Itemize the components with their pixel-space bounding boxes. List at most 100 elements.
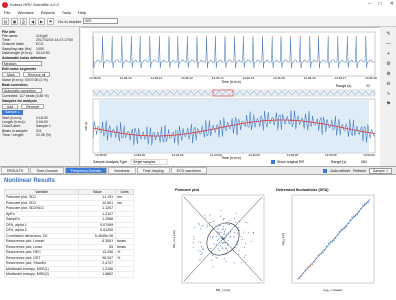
x-tick-label: 14:44:00	[210, 153, 222, 157]
minus-icon[interactable]: —	[386, 41, 391, 47]
goto-marker-input[interactable]: 600	[83, 18, 118, 24]
dfa-point	[301, 276, 302, 277]
poincare-point	[241, 262, 242, 263]
poincare-point	[247, 222, 248, 223]
app-logo-icon	[2, 2, 8, 8]
poincare-point	[223, 226, 224, 227]
poincare-point	[220, 210, 221, 211]
minimize-button[interactable]: –	[368, 0, 371, 9]
settings-icon[interactable]: ⚙	[386, 61, 390, 67]
x-tick-label: 14:36:17	[334, 76, 346, 80]
menu-file[interactable]: File	[4, 9, 10, 16]
plus-icon[interactable]: +	[387, 51, 390, 57]
poincare-point	[216, 244, 217, 245]
x-tick-label: 14:36:10	[120, 76, 132, 80]
rr-y-label: RR (s)	[84, 122, 88, 131]
sample-type-label: Sample Analysis Type	[93, 160, 127, 164]
poincare-point	[198, 223, 199, 224]
sample-select[interactable]: Sample 1	[369, 168, 392, 174]
tab-ecg-waveform[interactable]: ECG waveform	[171, 167, 207, 174]
results-tabbar: RESULTS Time-Domain Frequency-Domain Non…	[0, 166, 396, 175]
remove-sample-button[interactable]: Remove	[21, 104, 44, 109]
poincare-point	[234, 236, 235, 237]
mid-range-value[interactable]: 384	[361, 160, 367, 164]
mark-noise-button[interactable]: Mark	[2, 72, 20, 77]
r-peak-marker	[159, 36, 160, 37]
poincare-point	[225, 248, 226, 249]
menu-reports[interactable]: Reports	[41, 9, 55, 16]
save-icon[interactable]: ▣	[11, 18, 18, 25]
poincare-point	[202, 248, 203, 249]
poincare-point	[229, 220, 230, 221]
poincare-point	[239, 230, 240, 231]
poincare-point	[238, 227, 239, 228]
poincare-point	[226, 236, 227, 237]
beat-correction-info: Corrected: 117 beats (0.80 %)	[2, 94, 77, 98]
poincare-point	[209, 222, 210, 223]
show-original-checkbox[interactable]	[271, 160, 275, 164]
nonlinear-results-table: Variable Value Units Poincare plot, SD1 1…	[4, 189, 134, 278]
trend-icon[interactable]: ∿	[386, 91, 390, 97]
remove-all-button[interactable]: Remove all	[23, 72, 51, 77]
x-tick-label: 14:36:09	[89, 76, 101, 80]
poincare-point	[219, 226, 220, 227]
sample-type-value[interactable]: Single samples	[133, 160, 156, 164]
tab-time-domain[interactable]: Time-Domain	[30, 167, 63, 174]
x-tick-label: 14:36:11	[151, 76, 163, 80]
sample-1-region[interactable]	[99, 99, 369, 153]
flag-icon[interactable]: ⚑	[386, 101, 390, 107]
samples-header: Samples for analysis	[2, 99, 77, 103]
poincare-point	[220, 216, 221, 217]
poincare-point	[237, 233, 238, 234]
tab-time-varying[interactable]: Time-Varying	[137, 167, 170, 174]
menu-tools[interactable]: Tools	[62, 9, 71, 16]
tab-frequency-domain[interactable]: Frequency-Domain	[65, 167, 108, 174]
marker-icon[interactable]: ⚑	[47, 18, 54, 25]
poincare-point	[222, 248, 223, 249]
dfa-point	[351, 217, 352, 218]
signal-charts-svg[interactable]: Time (h:m:s) 14:36:09 14:36:10 14:36:11 14:…	[81, 28, 380, 167]
poincare-point	[193, 242, 194, 243]
auto-refresh-checkbox[interactable]	[323, 169, 327, 173]
rr-plot[interactable]: RR (s) 14:38:00 14:40:00 14:42:00 14:44:00 1…	[84, 99, 375, 160]
beat-correction-select[interactable]: Automatic correction	[2, 88, 42, 93]
print-icon[interactable]: ⎙	[20, 18, 27, 25]
zoom-out-icon[interactable]: ⊖	[386, 81, 390, 87]
edit-icon[interactable]: ✎	[386, 31, 390, 37]
poincare-point	[220, 245, 221, 246]
poincare-point	[213, 221, 214, 222]
open-file-icon[interactable]: ▤	[2, 18, 9, 25]
tab-nonlinear[interactable]: Nonlinear	[108, 167, 135, 174]
dfa-point	[306, 267, 307, 268]
sample-1-item[interactable]: Sample 1	[2, 110, 23, 115]
menu-help[interactable]: Help	[78, 9, 86, 16]
poincare-point	[224, 243, 225, 244]
x-tick-label: 14:36:14	[242, 76, 254, 80]
poincare-plot[interactable]: RR_n (ms) RR_n+1 (ms)	[170, 193, 268, 297]
refresh-button[interactable]: Refresh	[353, 169, 366, 173]
add-sample-button[interactable]: Add	[2, 104, 18, 109]
tab-results[interactable]: RESULTS	[1, 167, 29, 174]
dfa-plot[interactable]: log₁₀ n (beats) log₁₀ F(n)	[278, 193, 378, 297]
zoom-in-icon[interactable]: ⊕	[386, 71, 390, 77]
top-range-value[interactable]: 22	[366, 84, 370, 88]
r-peak-marker	[206, 36, 207, 37]
poincare-point	[194, 227, 195, 228]
close-button[interactable]: ✕	[390, 0, 394, 9]
poincare-point	[218, 248, 219, 249]
noise-level-select[interactable]: Medium	[2, 61, 42, 66]
back-icon[interactable]: ◀	[29, 18, 36, 25]
poincare-point	[200, 251, 201, 252]
poincare-point	[236, 213, 237, 214]
overview-strip[interactable]	[93, 90, 375, 96]
maximize-button[interactable]: □	[379, 0, 382, 9]
ecg-plot[interactable]: Time (h:m:s) 14:36:09 14:36:10 14:36:11 14:…	[89, 32, 377, 88]
sample-field-row: Time / Length: 21.05 (%)	[2, 133, 77, 137]
x-tick-label: 14:36:12	[181, 76, 193, 80]
r-peak-marker	[112, 36, 113, 37]
signal-charts[interactable]: Time (h:m:s) 14:36:09 14:36:10 14:36:11 14:…	[81, 27, 380, 166]
dfa-point	[346, 226, 347, 227]
menu-windows[interactable]: Windows	[17, 9, 33, 16]
forward-icon[interactable]: ▶	[38, 18, 45, 25]
results-cell-val: 1.8862	[79, 272, 116, 278]
